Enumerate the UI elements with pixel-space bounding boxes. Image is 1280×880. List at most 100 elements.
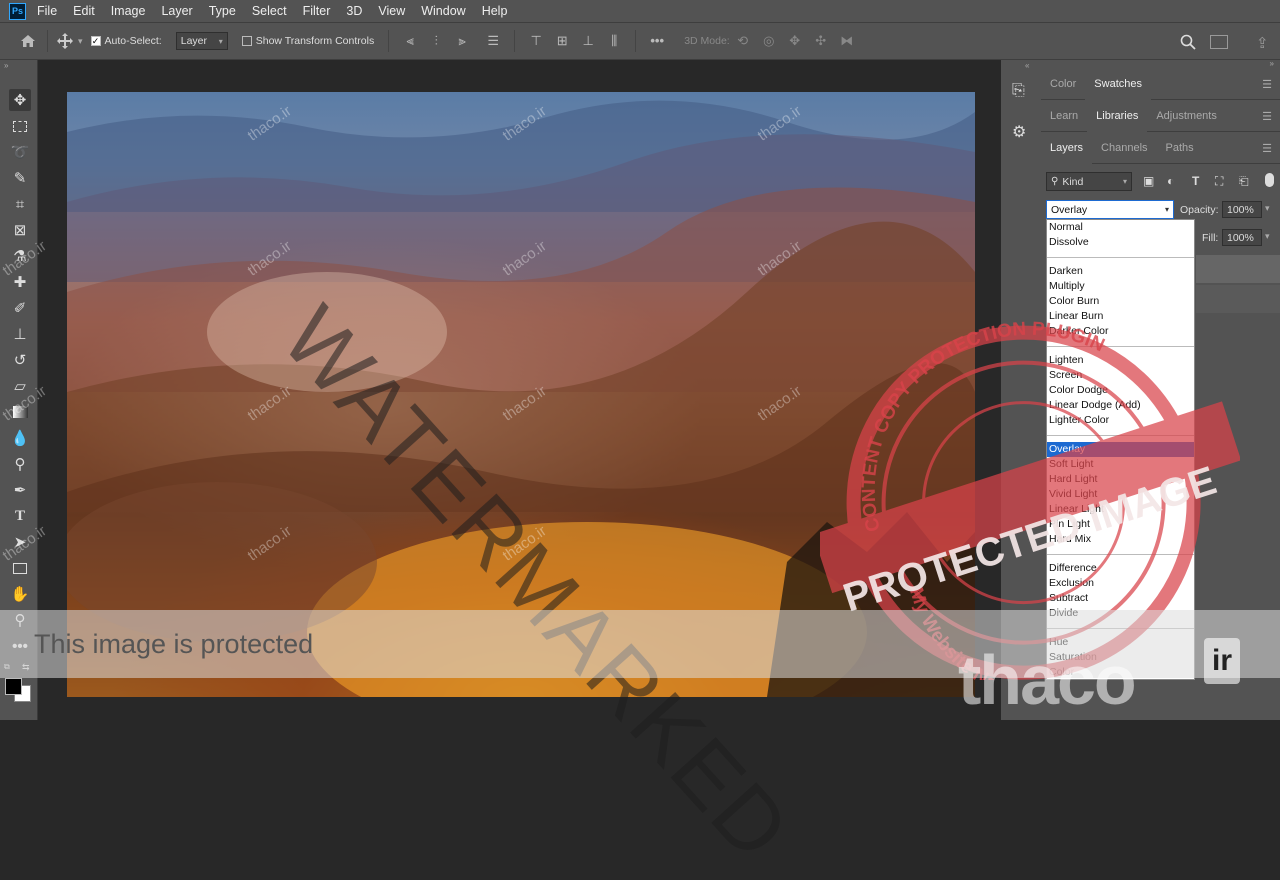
brush-icon[interactable]: ✐ xyxy=(9,297,31,319)
quick-select-icon[interactable]: ✎ xyxy=(9,167,31,189)
distribute-icon[interactable]: ☰ xyxy=(485,34,501,48)
blend-mode-option[interactable]: Hard Mix xyxy=(1047,532,1194,547)
blend-mode-select[interactable]: Overlay ▾ xyxy=(1046,200,1174,219)
fill-input[interactable]: 100% xyxy=(1222,229,1262,246)
panel-menu-icon[interactable]: ☰ xyxy=(1262,78,1272,91)
blend-mode-option[interactable]: Color Dodge xyxy=(1047,383,1194,398)
collapse-arrows-icon[interactable]: » xyxy=(1270,59,1274,68)
tab-learn[interactable]: Learn xyxy=(1041,100,1087,132)
blend-mode-option[interactable]: Hard Light xyxy=(1047,472,1194,487)
menu-window[interactable]: Window xyxy=(421,4,465,18)
blend-mode-option[interactable]: Dissolve xyxy=(1047,235,1194,250)
filter-adjustment-icon[interactable]: ◐ xyxy=(1167,174,1174,188)
menu-file[interactable]: File xyxy=(37,4,57,18)
menu-image[interactable]: Image xyxy=(111,4,146,18)
home-icon[interactable] xyxy=(17,34,39,48)
blend-mode-option[interactable]: Darker Color xyxy=(1047,324,1194,339)
move-tool-icon[interactable] xyxy=(56,33,74,49)
menu-3d[interactable]: 3D xyxy=(346,4,362,18)
tab-layers[interactable]: Layers xyxy=(1041,131,1093,164)
blend-mode-option[interactable]: Exclusion xyxy=(1047,576,1194,591)
menu-view[interactable]: View xyxy=(378,4,405,18)
menu-type[interactable]: Type xyxy=(209,4,236,18)
blend-mode-option[interactable]: Normal xyxy=(1047,220,1194,235)
blend-mode-option[interactable]: Darken xyxy=(1047,264,1194,279)
blend-mode-option[interactable]: Linear Light xyxy=(1047,502,1194,517)
chevron-down-icon[interactable]: ▾ xyxy=(1265,231,1270,242)
align-center-icon[interactable]: ⫶ xyxy=(428,34,444,48)
foreground-color-swatch[interactable] xyxy=(5,678,22,695)
collapse-arrows-icon[interactable]: » xyxy=(4,61,8,70)
history-panel-icon[interactable]: ⎘ xyxy=(1012,82,1025,100)
blend-mode-option[interactable]: Screen xyxy=(1047,368,1194,383)
menu-filter[interactable]: Filter xyxy=(303,4,331,18)
3d-scale-icon[interactable]: ⧓ xyxy=(839,34,855,48)
blend-mode-option[interactable]: Lighten xyxy=(1047,353,1194,368)
panel-menu-icon[interactable]: ☰ xyxy=(1262,110,1272,123)
tab-channels[interactable]: Channels xyxy=(1092,132,1156,164)
search-icon[interactable] xyxy=(1180,34,1196,53)
stamp-icon[interactable]: ⊥ xyxy=(9,323,31,345)
lasso-icon[interactable]: ➰ xyxy=(9,141,31,163)
type-icon[interactable]: T xyxy=(9,505,31,527)
blend-mode-option[interactable]: Color Burn xyxy=(1047,294,1194,309)
menu-help[interactable]: Help xyxy=(482,4,508,18)
chevron-down-icon[interactable]: ▾ xyxy=(78,36,83,47)
properties-panel-icon[interactable]: ⚙ xyxy=(1012,122,1026,142)
layer-filter-kind[interactable]: ⚲ Kind ▾ xyxy=(1046,172,1132,191)
3d-roll-icon[interactable]: ◎ xyxy=(761,34,777,48)
pen-icon[interactable]: ✒ xyxy=(9,479,31,501)
marquee-icon[interactable] xyxy=(9,115,31,137)
menu-edit[interactable]: Edit xyxy=(73,4,95,18)
3d-pan-icon[interactable]: ✥ xyxy=(787,34,803,48)
blend-mode-option[interactable]: Vivid Light xyxy=(1047,487,1194,502)
crop-icon[interactable]: ⌗ xyxy=(9,193,31,215)
auto-select-checkbox[interactable]: ✓ xyxy=(90,36,101,46)
tab-libraries[interactable]: Libraries xyxy=(1087,99,1148,132)
workspace-icon[interactable] xyxy=(1210,35,1228,49)
filter-type-icon[interactable]: T xyxy=(1192,174,1199,188)
blur-icon[interactable]: 💧 xyxy=(9,427,31,449)
collapse-arrows-icon[interactable]: « xyxy=(1025,61,1029,70)
move-icon[interactable]: ✥ xyxy=(9,89,31,111)
blend-mode-option[interactable]: Pin Light xyxy=(1047,517,1194,532)
menu-select[interactable]: Select xyxy=(252,4,287,18)
blend-mode-option[interactable]: Multiply xyxy=(1047,279,1194,294)
chevron-down-icon[interactable]: ▾ xyxy=(1265,203,1270,214)
align-bottom-icon[interactable]: ⊥ xyxy=(580,34,596,48)
menu-layer[interactable]: Layer xyxy=(161,4,192,18)
filter-toggle-icon[interactable] xyxy=(1265,173,1274,187)
more-options-icon[interactable]: ••• xyxy=(649,34,665,48)
auto-select-dropdown[interactable]: Layer ▾ xyxy=(175,32,228,50)
filter-shape-icon[interactable]: ⛶ xyxy=(1215,174,1223,189)
blend-mode-option[interactable]: Subtract xyxy=(1047,591,1194,606)
align-middle-icon[interactable]: ⊞ xyxy=(554,34,570,48)
tab-paths[interactable]: Paths xyxy=(1157,132,1203,164)
blend-mode-option[interactable]: Soft Light xyxy=(1047,457,1194,472)
tab-swatches[interactable]: Swatches xyxy=(1085,67,1151,100)
frame-icon[interactable]: ⊠ xyxy=(9,219,31,241)
layer-row[interactable] xyxy=(1196,255,1280,283)
opacity-input[interactable]: 100% xyxy=(1222,201,1262,218)
filter-pixel-icon[interactable]: ▣ xyxy=(1143,174,1154,188)
align-left-icon[interactable]: ⫷ xyxy=(402,34,418,48)
distribute-vertical-icon[interactable]: ⫼ xyxy=(606,34,622,48)
filter-smart-object-icon[interactable]: ⎗ xyxy=(1239,174,1249,189)
panel-menu-icon[interactable]: ☰ xyxy=(1262,142,1272,155)
history-brush-icon[interactable]: ↺ xyxy=(9,349,31,371)
3d-slide-icon[interactable]: ✣ xyxy=(813,34,829,48)
dodge-icon[interactable]: ⚲ xyxy=(9,453,31,475)
hand-icon[interactable]: ✋ xyxy=(9,583,31,605)
align-top-icon[interactable]: ⊤ xyxy=(528,34,544,48)
layer-row[interactable] xyxy=(1196,285,1280,313)
blend-mode-option[interactable]: Linear Dodge (Add) xyxy=(1047,398,1194,413)
show-transform-checkbox[interactable] xyxy=(241,36,252,46)
3d-rotate-icon[interactable]: ⟲ xyxy=(735,34,751,48)
align-right-icon[interactable]: ⫸ xyxy=(454,34,470,48)
tab-adjustments[interactable]: Adjustments xyxy=(1147,100,1226,132)
blend-mode-option[interactable]: Overlay xyxy=(1047,442,1194,457)
tab-color[interactable]: Color xyxy=(1041,68,1085,100)
photoshop-logo-icon[interactable]: Ps xyxy=(9,2,26,20)
blend-mode-option[interactable]: Lighter Color xyxy=(1047,413,1194,428)
blend-mode-option[interactable]: Difference xyxy=(1047,561,1194,576)
